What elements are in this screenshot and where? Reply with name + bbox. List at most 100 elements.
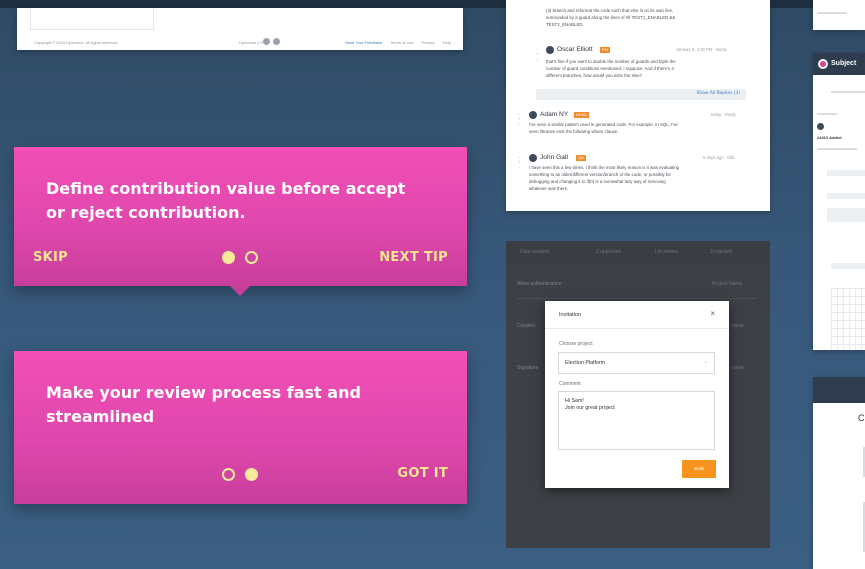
skip-button[interactable]: SKIP xyxy=(33,250,68,265)
text-placeholder xyxy=(817,12,847,14)
input-placeholder xyxy=(827,193,865,199)
got-it-button[interactable]: GOT IT xyxy=(397,466,448,481)
right-card-review: Subject #4413 Added xyxy=(813,53,865,350)
comment-body: that's fine if you want to double the nu… xyxy=(546,59,676,64)
comment-body: something to an older/different version/… xyxy=(529,172,671,177)
filter-tab[interactable]: 1 in review xyxy=(654,249,678,255)
footer-link-privacy[interactable]: Privacy xyxy=(422,40,435,45)
comment-body: debugging and changing it to if(0) is a … xyxy=(529,179,666,184)
avatar xyxy=(546,46,554,54)
comment-label: Comment xyxy=(559,381,581,387)
comment-time[interactable]: 5 days ago · Edit xyxy=(703,155,734,160)
comment-text-line: TEST2_ENABLED xyxy=(546,22,583,27)
role-badge: QA xyxy=(576,155,586,161)
row-label: Signature xyxy=(517,365,539,371)
footer-card: Copyright © 2015 Upsource. All rights re… xyxy=(17,8,463,50)
comment-body: seen libraries emit the following where … xyxy=(529,129,619,134)
divider xyxy=(517,298,757,299)
tip-dot-2-active[interactable] xyxy=(245,468,258,481)
right-card-create: Cr xyxy=(813,377,865,569)
tip-popover-1: Define contribution value before accept … xyxy=(14,147,467,296)
text-placeholder xyxy=(817,148,857,150)
row-label: Created xyxy=(517,323,535,329)
chevron-down-icon: ⌄ xyxy=(703,359,708,365)
create-title: Cr xyxy=(858,413,865,423)
avatar xyxy=(529,111,537,119)
diff-grid xyxy=(831,288,865,350)
comment-author[interactable]: John Galt xyxy=(540,154,568,161)
comment-body: whatever was there. xyxy=(529,186,569,191)
show-replies-link[interactable]: Show All Replies (3) xyxy=(697,91,740,96)
input-placeholder xyxy=(827,170,865,176)
help-icon[interactable] xyxy=(273,38,280,45)
footer-link-help[interactable]: Help xyxy=(443,40,451,45)
footer-version: Upsource 2.0 xyxy=(239,40,263,45)
comment-textarea[interactable]: Hi Sam! Join our great project xyxy=(558,391,715,450)
comment-author[interactable]: Adam NY xyxy=(540,111,568,118)
footer-links: Send Your Feedback Terms of Use Privacy … xyxy=(345,40,451,45)
comment-text-line: (3) branch and reformat the code such th… xyxy=(546,8,674,13)
row-value: value xyxy=(732,323,744,329)
text-placeholder xyxy=(831,91,865,93)
footer-link-terms[interactable]: Terms of Use xyxy=(390,40,414,45)
text-placeholder xyxy=(817,113,837,115)
show-replies-bar[interactable]: Show All Replies (3) xyxy=(536,89,746,100)
input-placeholder xyxy=(831,263,865,269)
invite-button-label: Invite xyxy=(693,466,705,471)
footer-link-feedback[interactable]: Send Your Feedback xyxy=(345,40,382,45)
filter-tab[interactable]: 3 rejected xyxy=(710,249,732,255)
settings-icon[interactable] xyxy=(263,38,270,45)
modal-title: Invitation xyxy=(559,312,582,318)
vote-control[interactable]: – ↑ – xyxy=(517,111,521,126)
app-brand: Subject xyxy=(831,60,857,67)
content-box xyxy=(30,8,154,30)
app-header xyxy=(813,377,865,403)
vote-control[interactable]: – ↑ – xyxy=(535,46,539,61)
filter-bar: Date created 2 approved 1 in review 3 re… xyxy=(506,241,770,263)
comment-line: Join our great project xyxy=(565,405,615,411)
comment-text-line: surrounded by a guard along the lines of… xyxy=(546,15,676,20)
right-card-top xyxy=(813,0,865,30)
comments-card: (3) branch and reformat the code such th… xyxy=(506,0,770,211)
avatar xyxy=(817,123,824,130)
review-title[interactable]: #4413 Added xyxy=(817,135,842,140)
comment-body: number of guard conditions mentioned, I … xyxy=(546,66,674,71)
close-icon[interactable]: × xyxy=(710,309,715,318)
row-value: value xyxy=(732,365,744,371)
tip-dot-2[interactable] xyxy=(245,251,258,264)
tip-popover-2: Make your review process fast and stream… xyxy=(14,351,467,504)
app-logo xyxy=(818,59,828,69)
role-badge: HEAD xyxy=(574,112,590,118)
invitation-modal: Invitation × Choose project Election Pla… xyxy=(545,301,729,488)
project-select[interactable]: Election Platform ⌄ xyxy=(558,352,715,374)
popover-arrow xyxy=(230,286,250,296)
comment-body: I've seen a similar pattern used in gene… xyxy=(529,122,678,127)
filter-tab[interactable]: 2 approved xyxy=(596,249,621,255)
page-footer: Copyright © 2015 Upsource. All rights re… xyxy=(17,36,463,50)
tip-text: Define contribution value before accept … xyxy=(46,179,406,222)
filter-tab[interactable]: Date created xyxy=(520,249,549,255)
avatar xyxy=(529,154,537,162)
next-tip-button[interactable]: NEXT TIP xyxy=(379,250,448,265)
input-placeholder xyxy=(827,208,865,222)
modal-header: Invitation × xyxy=(545,301,729,329)
row-value: Project Name xyxy=(712,281,743,287)
invite-button[interactable]: Invite xyxy=(682,460,716,478)
comment-time[interactable]: January 6, 4:30 PM · Reply xyxy=(676,47,727,52)
app-header: Subject xyxy=(813,53,865,75)
comment-author[interactable]: Oscar Elliott xyxy=(557,46,593,53)
project-select-value: Election Platform xyxy=(565,360,606,366)
comment-time[interactable]: today · Reply xyxy=(711,112,736,117)
row-label: Allow authentication xyxy=(517,281,562,287)
comment-line: Hi Sam! xyxy=(565,398,584,404)
tip-pagination xyxy=(222,468,258,481)
tip-dot-1[interactable] xyxy=(222,468,235,481)
comment-body: I have seen this a few times, I think th… xyxy=(529,165,680,170)
role-badge: PM xyxy=(600,47,610,53)
project-label: Choose project xyxy=(559,341,593,347)
tip-pagination xyxy=(222,251,258,264)
comment-body: different branches, how would you write … xyxy=(546,73,643,78)
tip-dot-1-active[interactable] xyxy=(222,251,235,264)
vote-control[interactable]: – ↑ – xyxy=(517,154,521,169)
footer-copyright: Copyright © 2015 Upsource. All rights re… xyxy=(34,40,119,45)
